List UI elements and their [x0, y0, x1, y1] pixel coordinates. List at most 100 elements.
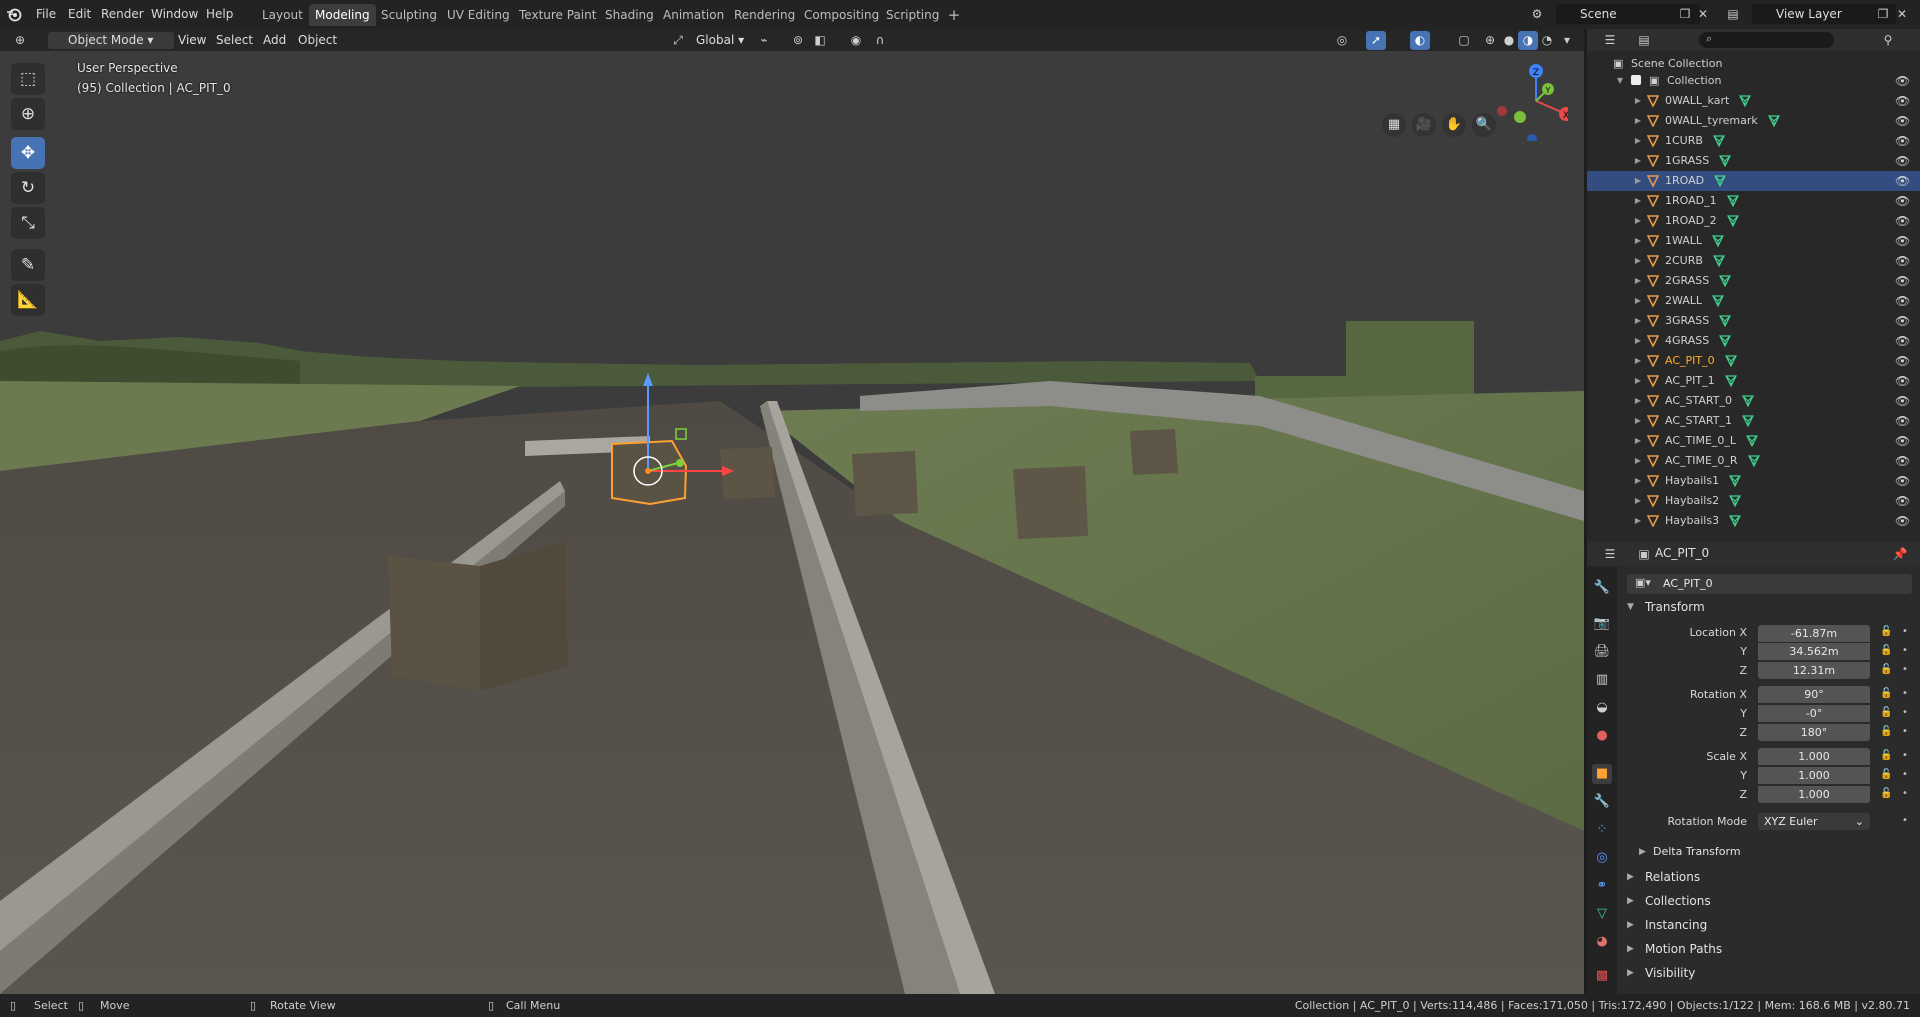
expand-icon[interactable]: ▶ [1633, 171, 1643, 191]
cursor-tool[interactable]: ⊕ [11, 98, 45, 130]
keyframe-dot-icon[interactable]: • [1902, 626, 1908, 637]
menu-add[interactable]: Add [257, 32, 292, 49]
display-mode-icon[interactable]: ▤ [1635, 31, 1653, 49]
transform-orientation-icon[interactable]: ⤢ [668, 31, 688, 50]
mesh-data-icon[interactable] [1729, 495, 1742, 507]
proportional-edit-icon[interactable]: ◉ [846, 31, 866, 50]
delete-scene-icon[interactable]: ✕ [1694, 5, 1712, 23]
object-tab-icon[interactable]: ■ [1592, 764, 1612, 784]
transform-panel-header[interactable]: ▼ Transform [1617, 596, 1920, 618]
eye-icon[interactable]: 👁 [1895, 471, 1910, 491]
delta-transform-header[interactable]: ▶ Delta Transform [1617, 841, 1920, 863]
lock-icon[interactable]: 🔓 [1880, 645, 1892, 656]
outliner[interactable]: ▣ Scene Collection ▼ ▣ Collection 👁 ▶ 0WA… [1587, 51, 1920, 542]
menu-file[interactable]: File [32, 5, 60, 24]
add-workspace-button[interactable]: + [944, 4, 964, 26]
menu-view[interactable]: View [172, 32, 212, 49]
expand-icon[interactable]: ▶ [1633, 271, 1643, 291]
expand-icon[interactable]: ▶ [1633, 411, 1643, 431]
eye-icon[interactable]: 👁 [1895, 131, 1910, 151]
mesh-data-icon[interactable] [1712, 255, 1725, 267]
rendered-shading-icon[interactable]: ◔ [1537, 31, 1557, 50]
eye-icon[interactable]: 👁 [1895, 71, 1910, 91]
expand-icon[interactable]: ▶ [1633, 251, 1643, 271]
outliner-row[interactable]: ▶ 1ROAD 👁 [1587, 171, 1920, 191]
outliner-row[interactable]: ▶ AC_START_0 👁 [1587, 391, 1920, 411]
mesh-data-icon[interactable] [1712, 295, 1725, 307]
menu-help[interactable]: Help [202, 5, 237, 24]
expand-icon[interactable]: ▶ [1633, 131, 1643, 151]
tab-layout[interactable]: Layout [256, 4, 309, 26]
expand-icon[interactable]: ▶ [1633, 451, 1643, 471]
keyframe-dot-icon[interactable]: • [1902, 750, 1908, 761]
blender-logo-icon[interactable] [6, 6, 22, 22]
expand-icon[interactable]: ▶ [1633, 371, 1643, 391]
location-x-field[interactable]: -61.87m [1758, 625, 1870, 642]
mesh-data-icon[interactable] [1712, 135, 1725, 147]
eye-icon[interactable]: 👁 [1895, 191, 1910, 211]
outliner-row[interactable]: ▶ AC_TIME_0_L 👁 [1587, 431, 1920, 451]
xray-toggle-icon[interactable]: ▢ [1454, 31, 1474, 50]
scale-z-field[interactable]: 1.000 [1758, 786, 1870, 803]
annotate-tool[interactable]: ✎ [11, 249, 45, 281]
tab-compositing[interactable]: Compositing [798, 4, 885, 26]
tool-tab-icon[interactable]: 🔧 [1592, 578, 1612, 598]
mesh-data-icon[interactable] [1729, 475, 1742, 487]
scene-browse-icon[interactable]: ⚙ [1528, 5, 1546, 23]
eye-icon[interactable]: 👁 [1895, 271, 1910, 291]
expand-icon[interactable]: ▶ [1633, 211, 1643, 231]
solid-shading-icon[interactable]: ● [1499, 31, 1519, 50]
constraints-tab-icon[interactable]: ⚭ [1592, 876, 1612, 896]
lock-icon[interactable]: 🔓 [1880, 788, 1892, 799]
collapse-icon[interactable]: ▼ [1615, 71, 1625, 91]
expand-icon[interactable]: ▶ [1633, 431, 1643, 451]
outliner-row[interactable]: ▶ AC_PIT_0 👁 [1587, 351, 1920, 371]
output-tab-icon[interactable]: 🖨 [1592, 642, 1612, 662]
expand-icon[interactable]: ▶ [1633, 91, 1643, 111]
mesh-data-icon[interactable] [1729, 515, 1742, 527]
outliner-row[interactable]: ▶ AC_START_1 👁 [1587, 411, 1920, 431]
mesh-data-icon[interactable] [1719, 155, 1732, 167]
outliner-row[interactable]: ▶ 1ROAD_2 👁 [1587, 211, 1920, 231]
lock-icon[interactable]: 🔓 [1880, 769, 1892, 780]
panel-header-relations[interactable]: ▶ Relations [1617, 866, 1920, 888]
tab-uv-editing[interactable]: UV Editing [441, 4, 516, 26]
view-layer-browse-icon[interactable]: ▤ [1724, 5, 1742, 23]
panel-header-instancing[interactable]: ▶ Instancing [1617, 914, 1920, 936]
scale-y-field[interactable]: 1.000 [1758, 767, 1870, 784]
rotate-tool[interactable]: ↻ [11, 172, 45, 204]
eye-icon[interactable]: 👁 [1895, 351, 1910, 371]
eye-icon[interactable]: 👁 [1895, 491, 1910, 511]
new-scene-icon[interactable]: ❐ [1676, 5, 1694, 23]
new-view-layer-icon[interactable]: ❐ [1874, 5, 1892, 23]
lock-icon[interactable]: 🔓 [1880, 626, 1892, 637]
outliner-row[interactable]: ▶ AC_PIT_1 👁 [1587, 371, 1920, 391]
mesh-data-icon[interactable] [1724, 355, 1737, 367]
delete-view-layer-icon[interactable]: ✕ [1893, 5, 1911, 23]
outliner-row[interactable]: ▶ 1CURB 👁 [1587, 131, 1920, 151]
keyframe-dot-icon[interactable]: • [1902, 769, 1908, 780]
mesh-data-icon[interactable] [1747, 455, 1760, 467]
camera-view-icon[interactable]: 🎥 [1412, 113, 1436, 137]
outliner-search-input[interactable] [1699, 32, 1834, 48]
tab-shading[interactable]: Shading [599, 4, 660, 26]
scale-x-field[interactable]: 1.000 [1758, 748, 1870, 765]
outliner-row[interactable]: ▶ 1ROAD_1 👁 [1587, 191, 1920, 211]
render-tab-icon[interactable]: 📷 [1592, 614, 1612, 634]
shading-options-icon[interactable]: ▾ [1557, 31, 1577, 50]
eye-icon[interactable]: 👁 [1895, 391, 1910, 411]
expand-icon[interactable]: ▶ [1633, 391, 1643, 411]
scene-tab-icon[interactable]: ◒ [1592, 698, 1612, 718]
select-box-tool[interactable]: ⬚ [11, 63, 45, 95]
visibility-icon[interactable]: ◎ [1332, 31, 1352, 50]
orientation-selector[interactable]: Global ▾ [690, 32, 750, 49]
texture-tab-icon[interactable]: ▩ [1592, 966, 1612, 986]
rotation-x-field[interactable]: 90° [1758, 686, 1870, 703]
expand-icon[interactable]: ▶ [1633, 331, 1643, 351]
expand-icon[interactable]: ▶ [1633, 311, 1643, 331]
keyframe-dot-icon[interactable]: • [1902, 688, 1908, 699]
eye-icon[interactable]: 👁 [1895, 511, 1910, 531]
overlay-toggle-icon[interactable]: ◐ [1410, 31, 1430, 50]
lock-icon[interactable]: 🔓 [1880, 707, 1892, 718]
outliner-editor-type-icon[interactable]: ☰ [1601, 31, 1619, 49]
